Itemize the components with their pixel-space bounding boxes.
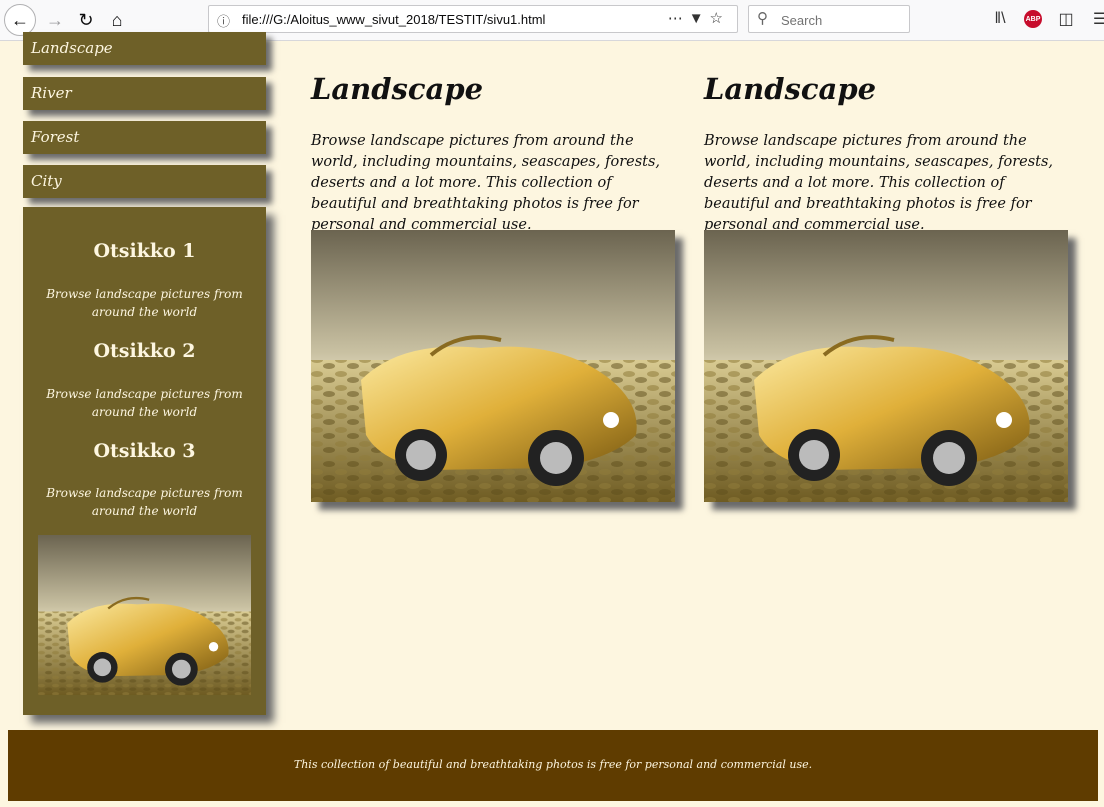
url-text[interactable]: file:///G:/Aloitus_www_sivut_2018/TESTIT… <box>242 12 545 27</box>
forward-icon[interactable]: → <box>41 6 69 34</box>
footer-text: This collection of beautiful and breatht… <box>293 758 813 771</box>
footer: This collection of beautiful and breatht… <box>8 730 1098 801</box>
sidebar-heading-1: Otsikko 1 <box>93 240 196 262</box>
column-1-text: Browse landscape pictures from around th… <box>311 133 661 233</box>
menu-icon[interactable]: ☰ <box>1090 9 1104 29</box>
column-2-title: Landscape <box>704 72 877 106</box>
sidebar-item-landscape[interactable]: Landscape <box>23 32 266 65</box>
sidebar-text-3: Browse landscape pictures from around th… <box>46 486 243 518</box>
info-icon[interactable]: ⓘ <box>217 11 230 30</box>
reload-icon[interactable]: ↻ <box>72 6 100 34</box>
sidebar-car-image <box>38 535 251 695</box>
sidebar-heading-2: Otsikko 2 <box>93 340 196 362</box>
sidebar-item-forest[interactable]: Forest <box>23 121 266 154</box>
column-1-car-image <box>311 230 675 502</box>
search-icon: ⚲ <box>757 10 768 27</box>
column-1-title: Landscape <box>311 72 484 106</box>
url-bar[interactable]: ⓘ file:///G:/Aloitus_www_sivut_2018/TEST… <box>208 5 738 33</box>
more-icon[interactable]: ⋯ <box>668 10 689 27</box>
sidebar-text-1: Browse landscape pictures from around th… <box>46 287 243 319</box>
column-2-text: Browse landscape pictures from around th… <box>704 133 1054 233</box>
adblock-icon[interactable]: ABP <box>1024 10 1042 28</box>
home-icon[interactable]: ⌂ <box>103 6 131 34</box>
sidebar-item-river[interactable]: River <box>23 77 266 110</box>
sidebar-text-2: Browse landscape pictures from around th… <box>46 387 243 419</box>
sidebar-icon[interactable]: ◫ <box>1056 9 1076 29</box>
search-input[interactable] <box>779 10 903 30</box>
column-2-car-image <box>704 230 1068 502</box>
library-icon[interactable]: ‖\ <box>990 10 1010 28</box>
sidebar-item-city[interactable]: City <box>23 165 266 198</box>
sidebar-heading-3: Otsikko 3 <box>93 440 196 462</box>
search-bar[interactable]: ⚲ <box>748 5 910 33</box>
bookmark-star-icon[interactable]: ☆ <box>710 10 729 27</box>
sidebar-panel: Otsikko 1 Browse landscape pictures from… <box>23 207 266 715</box>
pocket-icon[interactable]: ▼ <box>689 10 710 27</box>
